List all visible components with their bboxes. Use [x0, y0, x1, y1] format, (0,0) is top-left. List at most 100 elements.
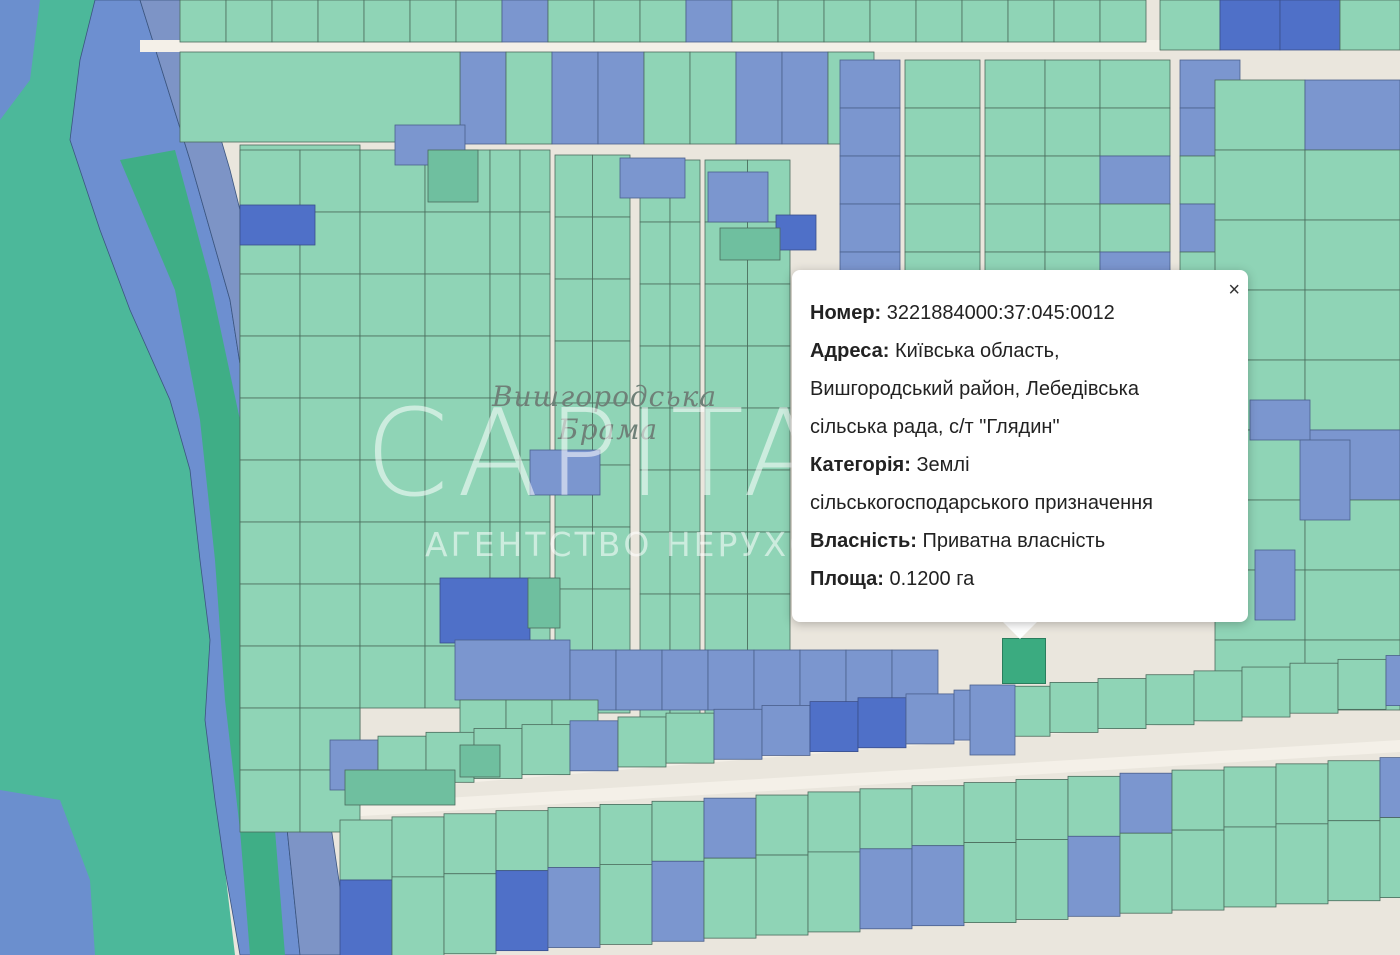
- land-parcel[interactable]: [339, 819, 393, 881]
- land-parcel[interactable]: [239, 645, 301, 709]
- land-parcel[interactable]: [1249, 399, 1311, 441]
- land-parcel[interactable]: [807, 791, 861, 853]
- land-parcel[interactable]: [707, 171, 769, 223]
- land-parcel[interactable]: [547, 807, 601, 868]
- selected-parcel-marker[interactable]: [1002, 638, 1046, 684]
- land-parcel[interactable]: [359, 645, 426, 709]
- land-parcel[interactable]: [599, 804, 653, 865]
- land-parcel[interactable]: [554, 526, 593, 590]
- land-parcel[interactable]: [299, 521, 361, 585]
- land-parcel[interactable]: [1007, 0, 1055, 43]
- land-parcel[interactable]: [239, 335, 301, 399]
- land-parcel[interactable]: [521, 724, 571, 776]
- land-parcel[interactable]: [299, 335, 361, 399]
- land-parcel[interactable]: [239, 149, 301, 213]
- land-parcel[interactable]: [1385, 655, 1400, 706]
- land-parcel[interactable]: [651, 800, 705, 862]
- land-parcel[interactable]: [1223, 826, 1277, 908]
- land-parcel[interactable]: [904, 203, 981, 253]
- land-parcel[interactable]: [1289, 662, 1339, 714]
- land-parcel[interactable]: [599, 864, 653, 945]
- land-parcel[interactable]: [1327, 820, 1381, 902]
- land-parcel[interactable]: [1304, 149, 1400, 221]
- land-parcel[interactable]: [839, 203, 901, 253]
- land-parcel[interactable]: [239, 707, 301, 771]
- land-parcel[interactable]: [1053, 0, 1101, 43]
- land-parcel[interactable]: [1099, 203, 1171, 253]
- land-parcel[interactable]: [455, 0, 503, 43]
- land-parcel[interactable]: [1145, 674, 1195, 726]
- land-parcel[interactable]: [669, 283, 701, 347]
- land-parcel[interactable]: [299, 149, 361, 213]
- land-parcel[interactable]: [519, 149, 551, 213]
- land-parcel[interactable]: [961, 0, 1009, 43]
- land-parcel[interactable]: [1015, 839, 1069, 920]
- land-parcel[interactable]: [665, 712, 715, 764]
- land-parcel[interactable]: [299, 459, 361, 523]
- land-parcel[interactable]: [799, 649, 847, 711]
- land-parcel[interactable]: [317, 0, 365, 43]
- land-parcel[interactable]: [1119, 832, 1173, 914]
- land-parcel[interactable]: [505, 51, 553, 145]
- land-parcel[interactable]: [179, 0, 227, 43]
- land-parcel[interactable]: [984, 203, 1046, 253]
- land-parcel[interactable]: [713, 708, 763, 760]
- land-parcel[interactable]: [807, 851, 861, 933]
- land-parcel[interactable]: [363, 0, 411, 43]
- land-parcel[interactable]: [299, 397, 361, 461]
- land-parcel[interactable]: [1159, 0, 1221, 51]
- land-parcel[interactable]: [554, 278, 593, 342]
- land-parcel[interactable]: [719, 227, 781, 261]
- land-parcel[interactable]: [619, 157, 686, 199]
- land-parcel[interactable]: [703, 797, 757, 859]
- land-parcel[interactable]: [984, 59, 1046, 109]
- land-parcel[interactable]: [454, 639, 571, 701]
- land-parcel[interactable]: [459, 744, 501, 778]
- land-parcel[interactable]: [592, 526, 631, 590]
- land-parcel[interactable]: [551, 51, 599, 145]
- land-parcel[interactable]: [1067, 775, 1121, 837]
- land-parcel[interactable]: [1304, 219, 1400, 291]
- land-parcel[interactable]: [1299, 439, 1351, 521]
- land-parcel[interactable]: [1254, 549, 1296, 621]
- land-parcel[interactable]: [859, 848, 913, 930]
- land-parcel[interactable]: [823, 0, 871, 43]
- land-parcel[interactable]: [1099, 107, 1171, 157]
- land-parcel[interactable]: [489, 459, 521, 523]
- land-parcel[interactable]: [1049, 682, 1099, 733]
- land-parcel[interactable]: [519, 521, 551, 585]
- land-parcel[interactable]: [639, 531, 671, 595]
- land-parcel[interactable]: [1279, 0, 1341, 51]
- land-parcel[interactable]: [904, 155, 981, 205]
- close-icon[interactable]: ×: [1228, 280, 1240, 300]
- land-parcel[interactable]: [761, 705, 811, 756]
- land-parcel[interactable]: [547, 867, 601, 948]
- land-parcel[interactable]: [781, 51, 829, 145]
- land-parcel[interactable]: [443, 813, 497, 875]
- land-parcel[interactable]: [495, 870, 549, 952]
- land-parcel[interactable]: [459, 51, 507, 145]
- land-parcel[interactable]: [859, 788, 913, 850]
- land-parcel[interactable]: [424, 397, 491, 461]
- land-parcel[interactable]: [775, 214, 817, 251]
- land-parcel[interactable]: [984, 107, 1046, 157]
- land-parcel[interactable]: [1219, 0, 1281, 51]
- land-parcel[interactable]: [547, 0, 595, 43]
- land-parcel[interactable]: [299, 273, 361, 337]
- land-parcel[interactable]: [1067, 835, 1121, 917]
- land-parcel[interactable]: [519, 211, 551, 275]
- land-parcel[interactable]: [271, 0, 319, 43]
- land-parcel[interactable]: [391, 876, 445, 955]
- land-parcel[interactable]: [704, 469, 748, 533]
- land-parcel[interactable]: [669, 531, 701, 595]
- land-parcel[interactable]: [359, 211, 426, 275]
- land-parcel[interactable]: [409, 0, 457, 43]
- land-parcel[interactable]: [299, 583, 361, 647]
- land-parcel[interactable]: [554, 216, 593, 280]
- land-parcel[interactable]: [905, 693, 955, 745]
- land-parcel[interactable]: [661, 649, 709, 711]
- land-parcel[interactable]: [299, 645, 361, 709]
- land-parcel[interactable]: [639, 593, 671, 657]
- land-parcel[interactable]: [592, 278, 631, 342]
- land-parcel[interactable]: [443, 873, 497, 955]
